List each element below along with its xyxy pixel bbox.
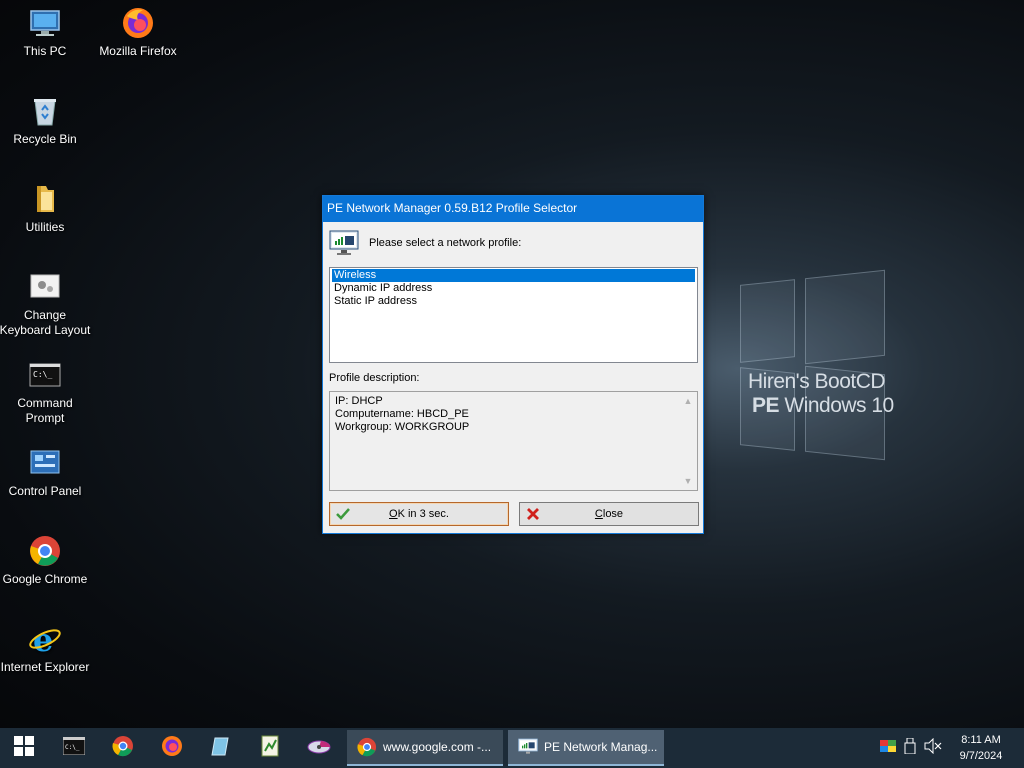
taskbar-pin-spreadsheet[interactable] bbox=[254, 732, 286, 764]
svg-text:C:\_: C:\_ bbox=[65, 744, 80, 751]
taskbar-task-network-manager[interactable]: PE Network Manag... bbox=[508, 730, 664, 766]
firefox-icon bbox=[121, 6, 155, 40]
color-display-icon[interactable] bbox=[880, 738, 896, 759]
folder-icon bbox=[28, 182, 62, 216]
wallpaper-title: Hiren's BootCD bbox=[748, 370, 886, 393]
taskbar-clock[interactable]: 8:11 AM 9/7/2024 bbox=[950, 732, 1012, 764]
taskbar-pin-command-prompt[interactable]: C:\_ bbox=[58, 732, 90, 764]
recycle-bin-icon bbox=[28, 94, 62, 128]
description-scrollbar[interactable]: ▲ ▼ bbox=[680, 393, 696, 489]
close-button[interactable]: Close bbox=[519, 502, 699, 526]
control-panel-icon bbox=[28, 446, 62, 480]
profile-item-static-ip[interactable]: Static IP address bbox=[332, 295, 695, 308]
close-x-icon bbox=[526, 507, 540, 521]
prompt-row: Please select a network profile: bbox=[329, 230, 521, 256]
wallpaper-subtitle: PE Windows 10 bbox=[752, 394, 894, 417]
chrome-icon bbox=[357, 737, 377, 757]
desktop-icon-utilities[interactable]: Utilities bbox=[0, 182, 93, 235]
profile-list[interactable]: Wireless Dynamic IP address Static IP ad… bbox=[329, 267, 698, 363]
description-line: IP: DHCP bbox=[335, 395, 383, 407]
description-line: Workgroup: WORKGROUP bbox=[335, 421, 470, 433]
start-icon bbox=[14, 735, 34, 761]
dialog-title[interactable]: PE Network Manager 0.59.B12 Profile Sele… bbox=[323, 196, 703, 222]
usb-device-icon[interactable] bbox=[904, 737, 916, 759]
prompt-text: Please select a network profile: bbox=[369, 237, 522, 249]
taskbar-pin-tool[interactable] bbox=[205, 732, 237, 764]
profile-selector-dialog: PE Network Manager 0.59.B12 Profile Sele… bbox=[322, 195, 704, 534]
volume-muted-icon[interactable] bbox=[924, 737, 942, 759]
taskbar: C:\_ www.google.com -... PE Network Mana… bbox=[0, 728, 1024, 768]
desktop-icon-command-prompt[interactable]: C:\_ Command Prompt bbox=[0, 358, 93, 426]
profile-item-wireless[interactable]: Wireless bbox=[332, 269, 695, 282]
close-button-label: Close bbox=[594, 508, 624, 520]
profile-item-dynamic-ip[interactable]: Dynamic IP address bbox=[332, 282, 695, 295]
checkmark-icon bbox=[336, 507, 350, 521]
desktop-icon-this-pc[interactable]: This PC bbox=[0, 6, 93, 59]
ok-button-label: OK in 3 sec. bbox=[389, 508, 449, 520]
taskbar-pin-partition[interactable] bbox=[303, 732, 335, 764]
taskbar-pin-firefox[interactable] bbox=[156, 732, 188, 764]
desktop-icon-control-panel[interactable]: Control Panel bbox=[0, 446, 93, 499]
task-label: PE Network Manag... bbox=[544, 740, 658, 754]
desktop-icon-internet-explorer[interactable]: e Internet Explorer bbox=[0, 621, 93, 675]
command-prompt-icon: C:\_ bbox=[28, 358, 62, 392]
desktop-icon-google-chrome[interactable]: Google Chrome bbox=[0, 534, 93, 587]
command-prompt-icon: C:\_ bbox=[62, 736, 86, 760]
partition-icon bbox=[307, 735, 331, 762]
taskbar-task-chrome[interactable]: www.google.com -... bbox=[347, 730, 503, 766]
computer-icon bbox=[28, 6, 62, 40]
start-button[interactable] bbox=[8, 732, 40, 764]
ok-button[interactable]: OK in 3 sec. bbox=[329, 502, 509, 526]
firefox-icon bbox=[161, 735, 183, 762]
clock-date: 9/7/2024 bbox=[959, 750, 1003, 762]
internet-explorer-icon: e bbox=[28, 621, 62, 659]
keyboard-settings-icon bbox=[28, 270, 62, 304]
network-manager-icon bbox=[518, 737, 538, 757]
desktop-icon-firefox[interactable]: Mozilla Firefox bbox=[90, 6, 186, 59]
description-line: Computername: HBCD_PE bbox=[335, 408, 469, 420]
chrome-icon bbox=[28, 534, 62, 568]
scroll-up-arrow-icon[interactable]: ▲ bbox=[680, 393, 696, 409]
network-manager-icon bbox=[329, 230, 359, 256]
profile-description-label: Profile description: bbox=[329, 372, 420, 384]
scroll-down-arrow-icon[interactable]: ▼ bbox=[680, 473, 696, 489]
task-label: www.google.com -... bbox=[383, 740, 492, 754]
system-tray bbox=[880, 728, 942, 768]
desktop-icon-change-keyboard-layout[interactable]: Change Keyboard Layout bbox=[0, 270, 93, 338]
chrome-icon bbox=[112, 735, 134, 762]
tool-icon bbox=[210, 735, 232, 762]
taskbar-pin-chrome[interactable] bbox=[107, 732, 139, 764]
profile-description-box[interactable]: IP: DHCP Computername: HBCD_PE Workgroup… bbox=[329, 391, 698, 491]
svg-text:C:\_: C:\_ bbox=[33, 370, 52, 379]
clock-time: 8:11 AM bbox=[961, 734, 1001, 746]
desktop-icon-recycle-bin[interactable]: Recycle Bin bbox=[0, 94, 93, 147]
spreadsheet-icon bbox=[259, 735, 281, 762]
svg-text:e: e bbox=[33, 622, 53, 656]
